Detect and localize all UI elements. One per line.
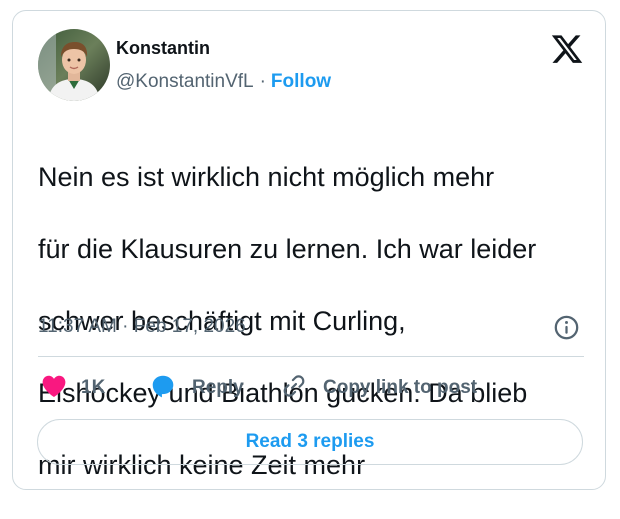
divider (38, 356, 584, 357)
separator-dot: · (259, 71, 266, 92)
reply-label: Reply (192, 377, 244, 398)
like-button[interactable]: 1K (41, 372, 105, 404)
link-icon (281, 373, 307, 404)
like-count: 1K (81, 377, 106, 398)
avatar-photo (38, 29, 110, 101)
copy-link-label: Copy link to post (323, 377, 478, 398)
tweet-text-line: Nein es ist wirklich nicht möglich mehr (38, 162, 495, 192)
tweet-text-line: für die Klausuren zu lernen. Ich war lei… (38, 234, 537, 264)
reply-button[interactable]: Reply (150, 372, 244, 404)
follow-button[interactable]: Follow (271, 71, 331, 92)
timestamp[interactable]: 11:37 AM · Feb 17, 2026 (38, 316, 246, 338)
user-handle[interactable]: @KonstantinVfL (116, 71, 254, 92)
copy-link-button[interactable]: Copy link to post (281, 372, 477, 404)
tweet-card: Konstantin @KonstantinVfL · Follow Nein es… (12, 10, 606, 490)
avatar[interactable] (38, 29, 110, 101)
speech-bubble-icon (150, 373, 176, 404)
info-icon[interactable] (553, 314, 580, 341)
x-logo-icon[interactable] (550, 35, 584, 66)
handle-row: @KonstantinVfL · Follow (116, 71, 331, 93)
heart-icon (41, 374, 67, 403)
read-replies-button[interactable]: Read 3 replies (37, 419, 583, 465)
display-name[interactable]: Konstantin (116, 38, 210, 59)
